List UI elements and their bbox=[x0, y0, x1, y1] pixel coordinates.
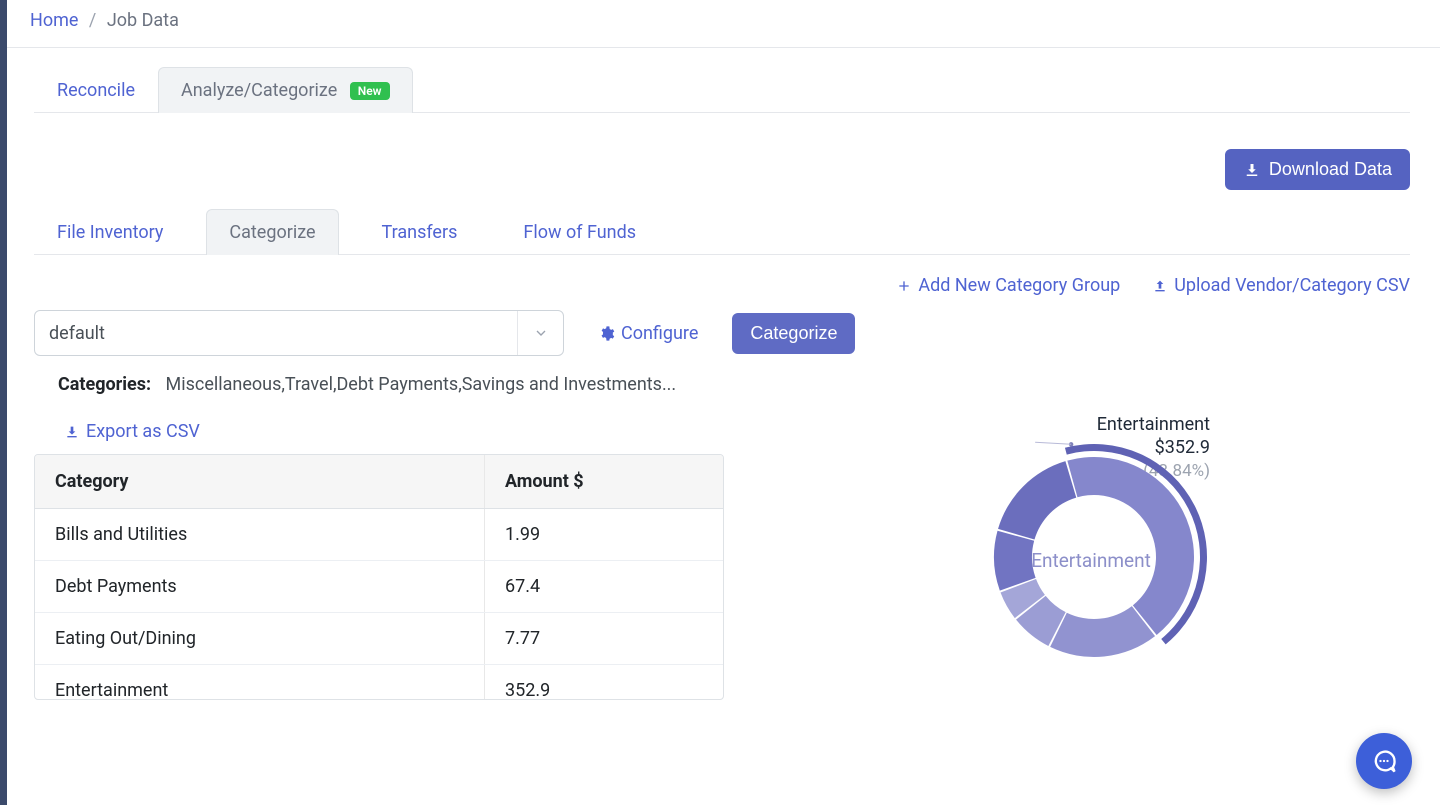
export-csv-label: Export as CSV bbox=[86, 421, 200, 442]
chat-icon bbox=[1370, 747, 1398, 775]
new-badge: New bbox=[350, 82, 390, 100]
add-category-group-label: Add New Category Group bbox=[918, 275, 1120, 296]
tab-reconcile[interactable]: Reconcile bbox=[34, 67, 158, 113]
subtab-file-inventory[interactable]: File Inventory bbox=[34, 209, 186, 255]
upload-vendor-csv-button[interactable]: Upload Vendor/Category CSV bbox=[1152, 275, 1410, 296]
left-rail bbox=[0, 0, 7, 805]
col-header-category[interactable]: Category bbox=[35, 455, 485, 508]
download-icon bbox=[1243, 161, 1261, 179]
col-header-amount[interactable]: Amount $ bbox=[485, 455, 723, 508]
table-body[interactable]: Bills and Utilities 1.99 Debt Payments 6… bbox=[35, 509, 723, 699]
plus-icon bbox=[896, 278, 912, 294]
subtab-transfers[interactable]: Transfers bbox=[359, 209, 481, 255]
download-data-button[interactable]: Download Data bbox=[1225, 149, 1410, 190]
slice-name: Entertainment bbox=[1097, 413, 1210, 436]
breadcrumb: Home / Job Data bbox=[0, 0, 1440, 48]
table-row[interactable]: Bills and Utilities 1.99 bbox=[35, 509, 723, 561]
tab-analyze-label: Analyze/Categorize bbox=[181, 80, 337, 101]
cell-amount: 352.9 bbox=[485, 665, 723, 699]
category-group-select[interactable]: default bbox=[34, 310, 564, 356]
download-data-label: Download Data bbox=[1269, 159, 1392, 180]
actions-row: Add New Category Group Upload Vendor/Cat… bbox=[34, 275, 1410, 296]
subtab-categorize[interactable]: Categorize bbox=[206, 209, 338, 255]
cell-category: Entertainment bbox=[35, 665, 485, 699]
configure-button[interactable]: Configure bbox=[598, 323, 698, 344]
breadcrumb-separator: / bbox=[83, 10, 102, 31]
sub-tabs: File Inventory Categorize Transfers Flow… bbox=[34, 208, 1410, 255]
export-csv-button[interactable]: Export as CSV bbox=[64, 421, 200, 442]
cell-category: Debt Payments bbox=[35, 561, 485, 612]
table-header: Category Amount $ bbox=[35, 455, 723, 509]
donut-center-label: Entertainment bbox=[1021, 549, 1161, 572]
cell-amount: 67.4 bbox=[485, 561, 723, 612]
categories-line: Categories: Miscellaneous,Travel,Debt Pa… bbox=[58, 374, 1410, 395]
cell-category: Bills and Utilities bbox=[35, 509, 485, 560]
chat-fab[interactable] bbox=[1356, 733, 1412, 789]
download-icon bbox=[64, 424, 80, 440]
gear-icon bbox=[598, 325, 615, 342]
breadcrumb-home[interactable]: Home bbox=[30, 10, 78, 31]
categorize-button-label: Categorize bbox=[750, 323, 837, 344]
category-group-select-value: default bbox=[49, 323, 105, 344]
tab-analyze-categorize[interactable]: Analyze/Categorize New bbox=[158, 67, 413, 113]
add-category-group-button[interactable]: Add New Category Group bbox=[896, 275, 1120, 296]
table-row[interactable]: Eating Out/Dining 7.77 bbox=[35, 613, 723, 665]
donut-slice[interactable] bbox=[998, 461, 1076, 539]
configure-label: Configure bbox=[621, 323, 698, 344]
categorize-button[interactable]: Categorize bbox=[732, 313, 855, 354]
cell-amount: 1.99 bbox=[485, 509, 723, 560]
chevron-down-icon bbox=[517, 311, 563, 355]
toolbar-row: Download Data bbox=[34, 149, 1410, 190]
table-row[interactable]: Debt Payments 67.4 bbox=[35, 561, 723, 613]
subtab-flow-of-funds[interactable]: Flow of Funds bbox=[500, 209, 659, 255]
categories-label: Categories: bbox=[58, 374, 151, 395]
table-row[interactable]: Entertainment 352.9 bbox=[35, 665, 723, 699]
cell-amount: 7.77 bbox=[485, 613, 723, 664]
cell-category: Eating Out/Dining bbox=[35, 613, 485, 664]
category-donut-chart: Entertainment $352.9 (43.84%) Entertainm… bbox=[764, 421, 1410, 691]
donut-slice[interactable] bbox=[1050, 606, 1155, 657]
categories-text: Miscellaneous,Travel,Debt Payments,Savin… bbox=[166, 374, 677, 395]
top-tabs: Reconcile Analyze/Categorize New bbox=[34, 66, 1410, 113]
category-table: Category Amount $ Bills and Utilities 1.… bbox=[34, 454, 724, 700]
controls-row: default Configure Categorize bbox=[34, 310, 1410, 356]
upload-vendor-csv-label: Upload Vendor/Category CSV bbox=[1174, 275, 1410, 296]
breadcrumb-current: Job Data bbox=[107, 10, 179, 31]
upload-icon bbox=[1152, 278, 1168, 294]
